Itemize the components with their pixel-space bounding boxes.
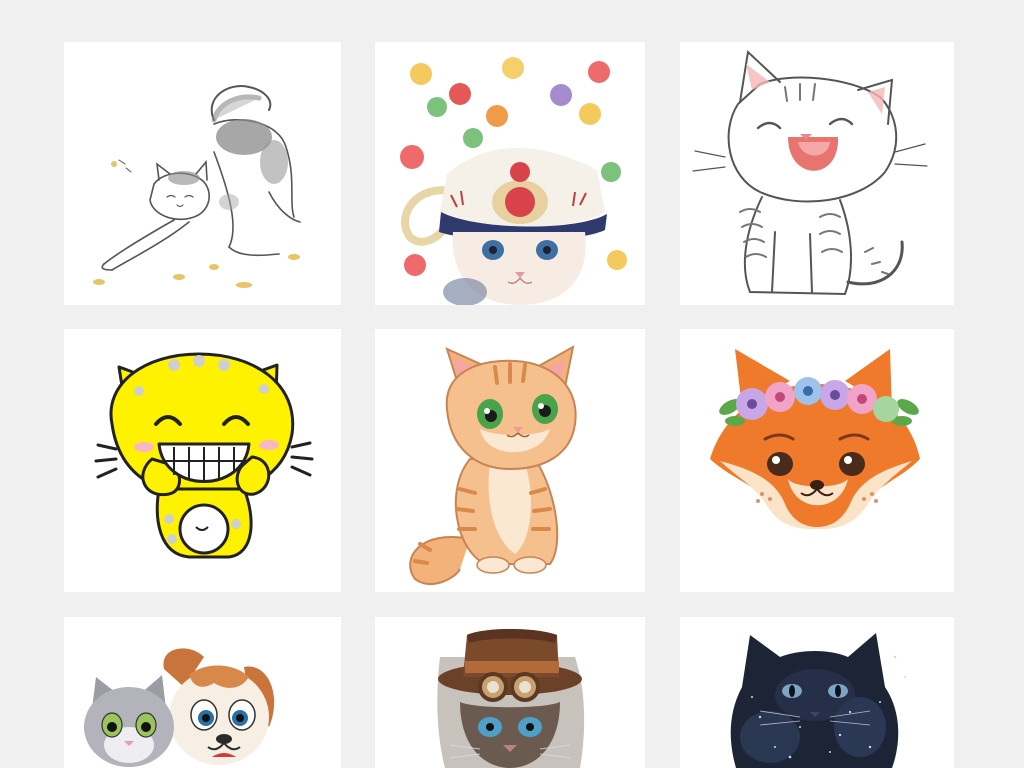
tile-yawning-cat[interactable] xyxy=(680,42,954,305)
tile-orange-kitten[interactable] xyxy=(375,329,645,592)
orange-kitten-illustration xyxy=(409,345,577,585)
tile-galaxy-black-cat[interactable] xyxy=(680,617,954,768)
steampunk-cat-illustration xyxy=(437,629,585,768)
tile-fox-flower-crown[interactable] xyxy=(680,329,954,592)
yellow-cat-illustration xyxy=(94,352,314,559)
tile-cat-and-puppy[interactable] xyxy=(64,617,341,768)
image-gallery xyxy=(0,0,1024,768)
cat-and-puppy-illustration xyxy=(84,648,275,767)
stretching-cat-illustration xyxy=(93,85,301,288)
fox-flower-crown-illustration xyxy=(710,349,920,529)
galaxy-black-cat-illustration xyxy=(730,633,906,768)
tile-yellow-cat[interactable] xyxy=(64,329,341,592)
tile-stretching-cat[interactable] xyxy=(64,42,341,305)
tile-teacup-cat[interactable] xyxy=(375,42,645,305)
yawning-kitten-illustration xyxy=(692,49,928,296)
tile-steampunk-cat[interactable] xyxy=(375,617,645,768)
teacup-kitten-illustration xyxy=(400,57,627,305)
